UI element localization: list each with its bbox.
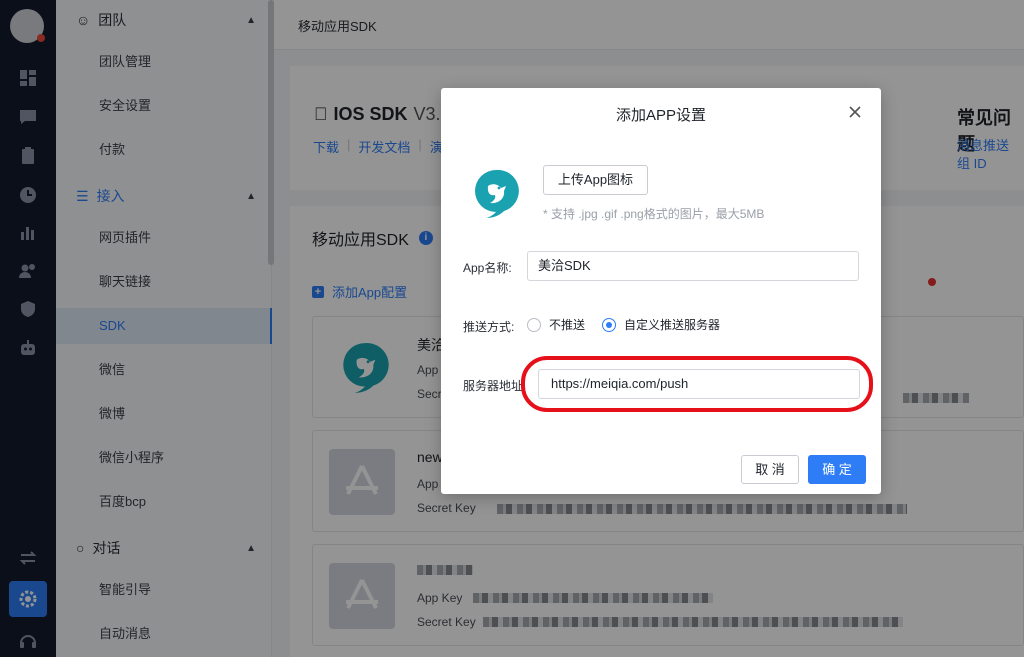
cancel-button[interactable]: 取 消 [741, 455, 799, 484]
push-method-label: 推送方式: [463, 320, 515, 334]
dialog-title: 添加APP设置 [615, 107, 706, 124]
radio-button-selected [602, 317, 616, 332]
bird-logo-icon [475, 169, 519, 218]
upload-hint: * 支持 .jpg .gif .png格式的图片，最大5MB [543, 207, 765, 221]
radio-button [527, 317, 541, 332]
app-name-label: App名称: [463, 261, 512, 275]
red-annotation-circle [521, 356, 873, 412]
confirm-button[interactable]: 确 定 [808, 455, 866, 484]
close-icon[interactable] [847, 104, 863, 120]
app-name-input[interactable]: 美洽SDK [527, 251, 859, 281]
server-address-label: 服务器地址 [463, 379, 524, 393]
radio-no-push[interactable]: 不推送 [527, 316, 585, 333]
upload-icon-button[interactable]: 上传App图标 [543, 165, 648, 195]
radio-custom-push-server[interactable]: 自定义推送服务器 [602, 316, 720, 333]
add-app-dialog: 添加APP设置 上传App图标 * 支持 .jpg .gif .png格式的图片… [441, 88, 881, 494]
